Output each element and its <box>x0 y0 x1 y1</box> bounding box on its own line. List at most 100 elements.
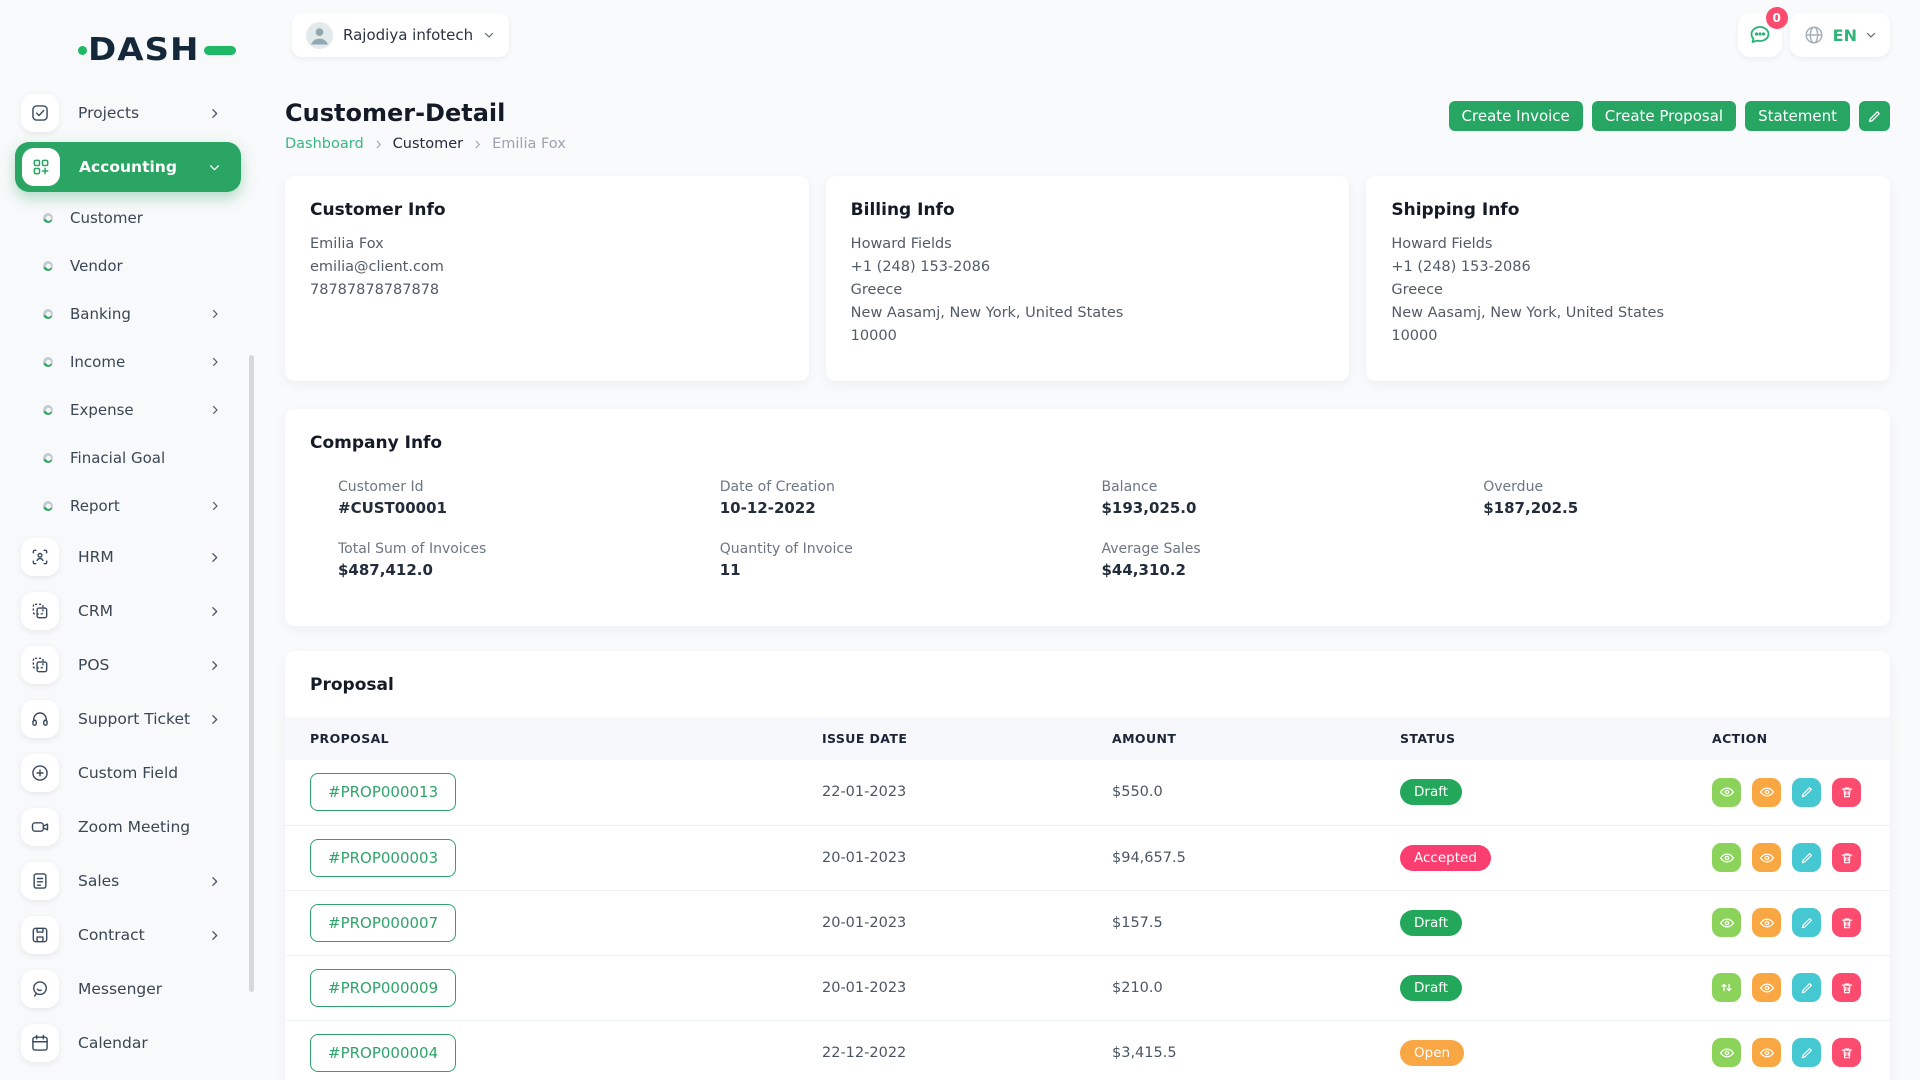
col-status: STATUS <box>1400 717 1712 760</box>
edit-button[interactable] <box>1792 908 1821 937</box>
eye-icon <box>1719 850 1735 866</box>
proposal-id-link[interactable]: #PROP000007 <box>310 904 456 942</box>
proposal-table: PROPOSAL ISSUE DATE AMOUNT STATUS ACTION… <box>285 717 1890 1080</box>
sidebar-item-vendor[interactable]: Vendor <box>15 242 241 290</box>
status-badge: Draft <box>1400 779 1462 805</box>
delete-button[interactable] <box>1832 843 1861 872</box>
field-customer-id: Customer Id #CUST00001 <box>338 479 720 517</box>
edit-button[interactable] <box>1792 1038 1821 1067</box>
delete-button[interactable] <box>1832 908 1861 937</box>
sidebar-item-expense[interactable]: Expense <box>15 386 241 434</box>
create-proposal-button[interactable]: Create Proposal <box>1592 101 1736 131</box>
sidebar-item-custom-field[interactable]: Custom Field <box>15 746 241 800</box>
sidebar-item-crm[interactable]: CRM <box>15 584 241 638</box>
sidebar-scrollbar[interactable] <box>249 355 254 992</box>
sidebar-item-zoom-meeting[interactable]: Zoom Meeting <box>15 800 241 854</box>
bullet-icon <box>43 261 53 271</box>
col-action: ACTION <box>1712 717 1890 760</box>
view-button[interactable] <box>1712 908 1741 937</box>
sidebar-item-contract[interactable]: Contract <box>15 908 241 962</box>
language-selector[interactable]: EN <box>1790 13 1890 57</box>
sidebar-item-support-ticket[interactable]: Support Ticket <box>15 692 241 746</box>
bullet-icon <box>43 405 53 415</box>
table-row: #PROP000009 20-01-2023 $210.0 Draft <box>285 955 1890 1020</box>
sidebar-item-label: CRM <box>78 602 113 620</box>
sidebar-item-banking[interactable]: Banking <box>15 290 241 338</box>
billing-country: Greece <box>851 279 1325 302</box>
issue-date: 20-01-2023 <box>822 890 1112 955</box>
preview-button[interactable] <box>1752 778 1781 807</box>
preview-button[interactable] <box>1752 1038 1781 1067</box>
eye-icon <box>1759 850 1775 866</box>
sidebar-item-hrm[interactable]: HRM <box>15 530 241 584</box>
status-badge: Draft <box>1400 910 1462 936</box>
chevron-down-icon <box>208 161 221 174</box>
eye-icon <box>1719 1045 1735 1061</box>
preview-button[interactable] <box>1752 908 1781 937</box>
checkbox-icon <box>21 94 59 132</box>
pencil-icon <box>1800 851 1814 865</box>
sidebar-item-finacial-goal[interactable]: Finacial Goal <box>15 434 241 482</box>
customer-info-card: Customer Info Emilia Fox emilia@client.c… <box>285 176 809 381</box>
delete-button[interactable] <box>1832 778 1861 807</box>
chevron-right-icon <box>208 875 221 888</box>
sidebar-item-accounting[interactable]: Accounting <box>15 142 241 192</box>
sidebar-item-sales[interactable]: Sales <box>15 854 241 908</box>
globe-icon <box>1803 24 1825 46</box>
breadcrumb-customer[interactable]: Customer <box>393 136 463 152</box>
sidebar-nav: Projects Accounting Customer Vendor Bank… <box>15 86 241 1070</box>
sidebar-item-calendar[interactable]: Calendar <box>15 1016 241 1070</box>
company-selector[interactable]: Rajodiya infotech <box>292 13 509 57</box>
customer-phone: 78787878787878 <box>310 279 784 302</box>
chevron-right-icon <box>208 551 221 564</box>
proposal-id-link[interactable]: #PROP000013 <box>310 773 456 811</box>
chevron-right-icon <box>208 107 221 120</box>
view-button[interactable] <box>1712 1038 1741 1067</box>
app-logo[interactable]: DASH <box>88 30 262 70</box>
language-code: EN <box>1833 26 1857 45</box>
delete-button[interactable] <box>1832 973 1861 1002</box>
preview-button[interactable] <box>1752 973 1781 1002</box>
sidebar-item-customer[interactable]: Customer <box>15 194 241 242</box>
view-button[interactable] <box>1712 778 1741 807</box>
sidebar-item-messenger[interactable]: Messenger <box>15 962 241 1016</box>
field-total-sum-of-invoices: Total Sum of Invoices $487,412.0 <box>338 541 720 579</box>
logo-dot <box>78 46 87 55</box>
eye-icon <box>1759 1045 1775 1061</box>
shipping-phone: +1 (248) 153-2086 <box>1391 256 1865 279</box>
bullet-icon <box>43 309 53 319</box>
breadcrumb: Dashboard Customer Emilia Fox <box>285 136 566 152</box>
chat-bubble-icon <box>1748 23 1772 47</box>
billing-name: Howard Fields <box>851 233 1325 256</box>
preview-button[interactable] <box>1752 843 1781 872</box>
proposal-id-link[interactable]: #PROP000004 <box>310 1034 456 1072</box>
edit-button[interactable] <box>1792 973 1821 1002</box>
bullet-icon <box>43 453 53 463</box>
create-invoice-button[interactable]: Create Invoice <box>1449 101 1583 131</box>
page-actions: Create Invoice Create Proposal Statement <box>1449 101 1890 131</box>
sidebar-item-report[interactable]: Report <box>15 482 241 530</box>
sidebar-item-label: Income <box>70 353 125 371</box>
card-title: Shipping Info <box>1391 200 1865 220</box>
sidebar-item-pos[interactable]: POS <box>15 638 241 692</box>
chevron-right-icon <box>209 356 221 368</box>
edit-button[interactable] <box>1792 843 1821 872</box>
eye-icon <box>1719 784 1735 800</box>
sidebar-item-projects[interactable]: Projects <box>15 86 241 140</box>
video-camera-icon <box>21 808 59 846</box>
view-button[interactable] <box>1712 843 1741 872</box>
messages-button[interactable]: 0 <box>1738 13 1782 57</box>
table-row: #PROP000004 22-12-2022 $3,415.5 Open <box>285 1020 1890 1080</box>
eye-icon <box>1759 980 1775 996</box>
proposal-id-link[interactable]: #PROP000003 <box>310 839 456 877</box>
proposal-id-link[interactable]: #PROP000009 <box>310 969 456 1007</box>
sidebar-item-income[interactable]: Income <box>15 338 241 386</box>
issue-date: 20-01-2023 <box>822 955 1112 1020</box>
edit-button[interactable] <box>1792 778 1821 807</box>
statement-button[interactable]: Statement <box>1745 101 1850 131</box>
delete-button[interactable] <box>1832 1038 1861 1067</box>
bullet-icon <box>43 501 53 511</box>
edit-customer-button[interactable] <box>1859 101 1890 131</box>
convert-button[interactable] <box>1712 973 1741 1002</box>
breadcrumb-dashboard[interactable]: Dashboard <box>285 136 364 152</box>
